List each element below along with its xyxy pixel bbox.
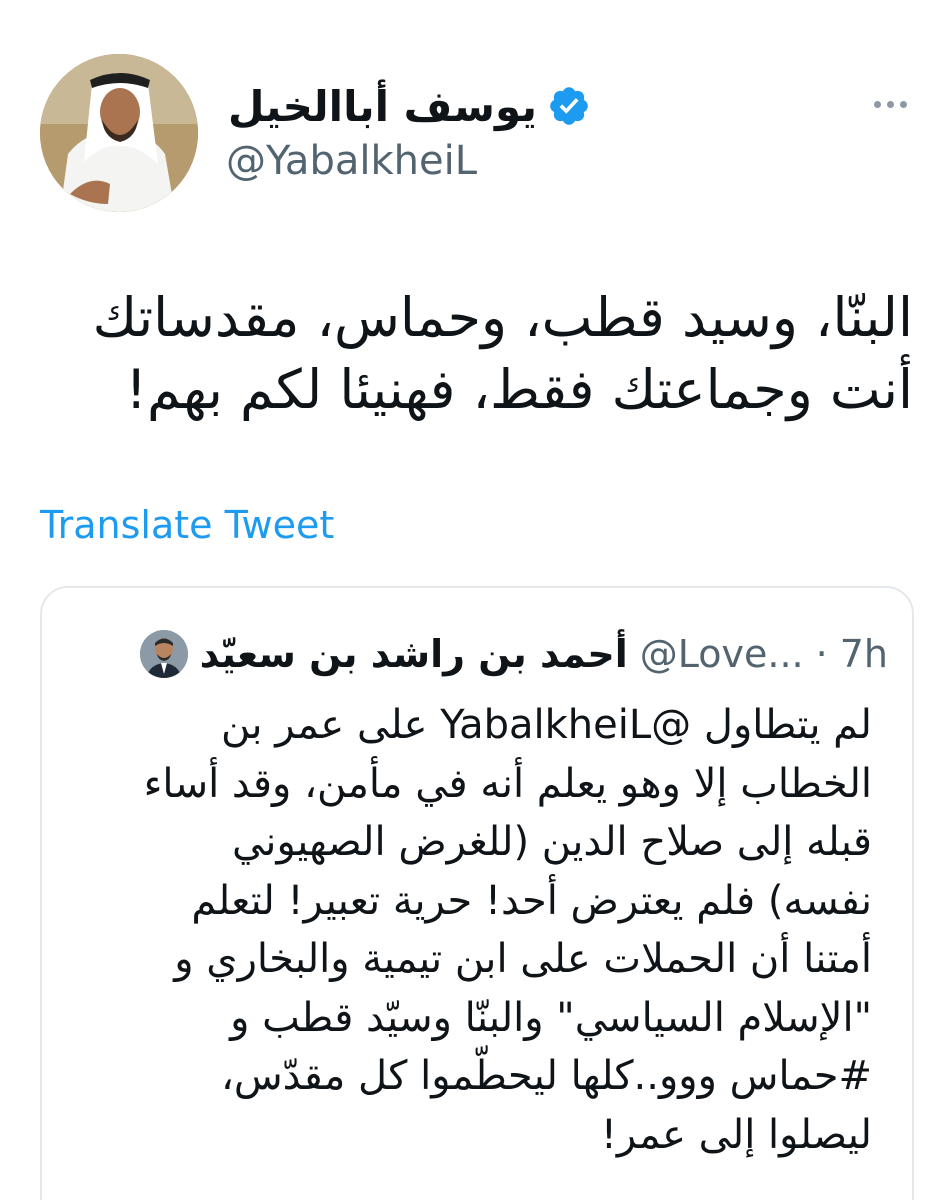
profile-photo-icon — [40, 54, 198, 212]
quoted-text-line: "الإسلام السياسي" والبنّا وسيّد قطب و — [230, 994, 872, 1041]
author-name[interactable]: يوسف أباالخيل — [228, 82, 537, 131]
quoted-text-line: ليصلوا إلى عمر! — [600, 1111, 872, 1158]
quoted-tweet-time[interactable]: 7h — [840, 632, 888, 676]
separator-dot: · — [815, 632, 828, 676]
author-avatar[interactable] — [40, 54, 198, 212]
quoted-text-line: قبله إلى صلاح الدين (للغرض الصهيوني — [231, 819, 872, 865]
quoted-text-line: أمتنا أن الحملات على ابن تيمية والبخاري … — [174, 936, 872, 982]
tweet-text: البنّا، وسيد قطب، وحماس، مقدساتك أنت وجم… — [33, 282, 913, 426]
verified-badge-icon — [550, 87, 588, 125]
quoted-tweet-author-name: أحمد بن راشد بن سعيّد — [199, 632, 628, 676]
tweet: يوسف أباالخيل @YabalkheiL البنّا، وسيد ق… — [0, 0, 935, 1200]
profile-photo-icon — [139, 630, 188, 678]
quoted-tweet-avatar[interactable] — [139, 630, 188, 678]
author-name-row: يوسف أباالخيل — [228, 76, 591, 136]
quoted-text-line: #حماس ووو..كلها ليحطّموا كل مقدّس، — [220, 1053, 872, 1099]
quoted-text-line: الخطاب إلا وهو يعلم أنه في مأمن، وقد أسا… — [143, 760, 872, 807]
quoted-tweet-text: لم يتطاول @YabalkheiL على عمر بن الخطاب … — [72, 696, 872, 1164]
quoted-tweet[interactable]: 7h · @Love... أحمد بن راشد بن سعيّد لم ي… — [40, 586, 914, 1200]
tweet-text-line: أنت وجماعتك فقط، فهنيئا لكم بهم! — [125, 358, 913, 421]
quoted-tweet-header: 7h · @Love... أحمد بن راشد بن سعيّد — [139, 624, 888, 684]
tweet-text-line: البنّا، وسيد قطب، وحماس، مقدساتك — [92, 286, 913, 349]
author-handle[interactable]: @YabalkheiL — [226, 138, 477, 184]
more-horizontal-icon[interactable] — [865, 84, 915, 124]
quoted-text-line: لم يتطاول @YabalkheiL على عمر بن — [220, 702, 872, 748]
translate-tweet-link[interactable]: Translate Tweet — [40, 503, 334, 547]
quoted-tweet-handle: @Love... — [639, 632, 804, 676]
quoted-text-line: نفسه) فلم يعترض أحد! حرية تعبير! لتعلم — [191, 877, 872, 924]
